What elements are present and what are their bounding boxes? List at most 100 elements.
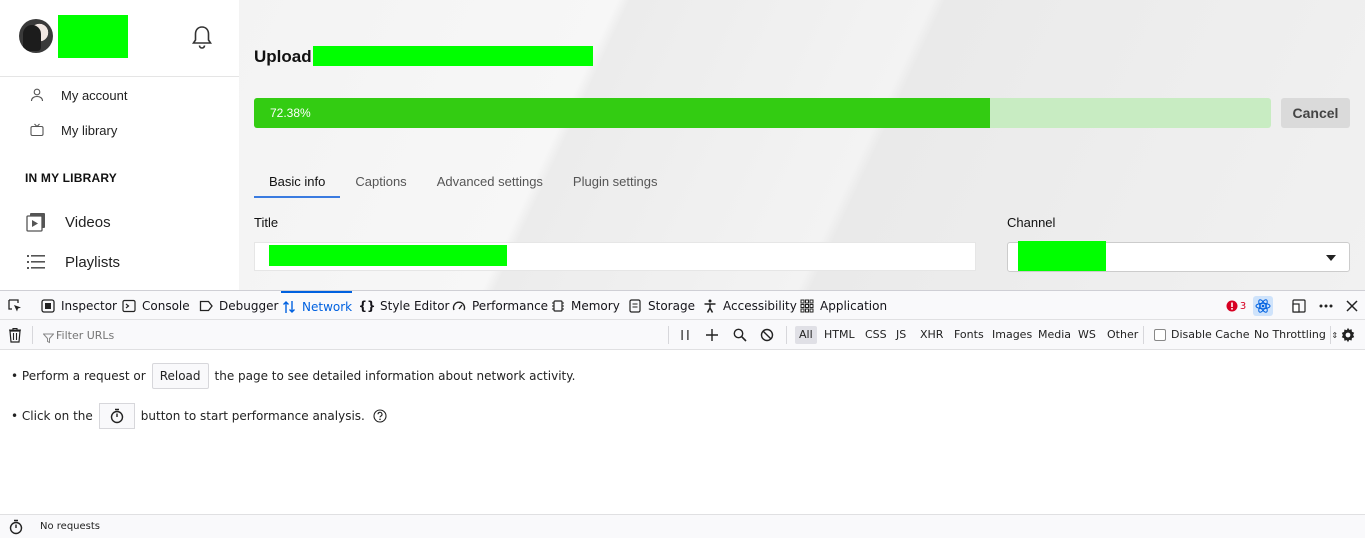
tab-plugin-settings[interactable]: Plugin settings — [558, 168, 673, 198]
filter-type-css[interactable]: CSS — [861, 326, 891, 344]
filter-type-fonts[interactable]: Fonts — [950, 326, 988, 344]
devtools-tab-memory[interactable]: Memory — [550, 291, 620, 320]
filter-type-js[interactable]: JS — [892, 326, 910, 344]
filter-type-ws[interactable]: WS — [1074, 326, 1100, 344]
add-request-icon[interactable] — [703, 326, 721, 344]
upload-progress-fill — [254, 98, 991, 128]
stopwatch-icon[interactable] — [8, 519, 24, 538]
pause-icon[interactable] — [676, 326, 694, 344]
filter-type-xhr[interactable]: XHR — [916, 326, 947, 344]
block-icon[interactable] — [758, 326, 776, 344]
sidebar-item-my-account[interactable]: My account — [0, 80, 239, 110]
devtools-panel: Inspector Console Debugger Network {} Style E… — [0, 290, 1365, 538]
devtools-tab-storage[interactable]: Storage — [627, 291, 695, 320]
form-tabs: Basic info Captions Advanced settings Plugi… — [254, 168, 672, 198]
reload-button[interactable]: Reload — [151, 363, 209, 389]
devtools-tab-label: Inspector — [61, 298, 117, 313]
disable-cache-checkbox[interactable]: Disable Cache — [1150, 326, 1254, 344]
upload-main: Upload 72.38% Cancel Basic info Captions A… — [239, 0, 1365, 290]
username-redacted[interactable] — [58, 15, 128, 58]
filter-type-html[interactable]: HTML — [820, 326, 859, 344]
devtools-tab-inspector[interactable]: Inspector — [40, 291, 117, 320]
disable-cache-label: Disable Cache — [1171, 328, 1250, 341]
trash-icon[interactable] — [6, 326, 24, 344]
devtools-tab-label: Style Editor — [380, 298, 450, 313]
settings-gear-icon[interactable] — [1339, 326, 1357, 344]
style-editor-icon: {} — [358, 298, 376, 313]
devtools-tab-performance[interactable]: Performance — [451, 291, 548, 320]
title-input[interactable] — [254, 242, 976, 271]
upload-filename-redacted — [313, 46, 593, 66]
message-text: • Click on the — [11, 409, 93, 423]
list-icon — [25, 251, 47, 273]
cancel-button[interactable]: Cancel — [1281, 98, 1350, 128]
devtools-tab-console[interactable]: Console — [121, 291, 190, 320]
filter-type-other[interactable]: Other — [1103, 326, 1142, 344]
tab-advanced-settings[interactable]: Advanced settings — [422, 168, 558, 198]
devtools-tab-label: Performance — [472, 298, 549, 313]
channel-label: Channel — [1007, 215, 1056, 230]
upload-progress-text: 72.38% — [270, 106, 311, 120]
sidebar-item-my-library[interactable]: My library — [0, 115, 239, 145]
filter-urls-input[interactable] — [40, 325, 660, 345]
element-picker-icon[interactable] — [6, 297, 24, 315]
devtools-tab-style-editor[interactable]: {} Style Editor — [358, 291, 450, 320]
sidebar-header — [0, 0, 239, 77]
devtools-tab-label: Debugger — [219, 298, 279, 313]
tab-captions[interactable]: Captions — [340, 168, 421, 198]
sidebar-item-label: My account — [61, 87, 128, 103]
sidebar-item-playlists[interactable]: Playlists — [0, 247, 239, 277]
devtools-tab-debugger[interactable]: Debugger — [198, 291, 278, 320]
close-icon[interactable] — [1343, 297, 1361, 315]
throttling-label: No Throttling — [1254, 328, 1326, 341]
channel-value-redacted — [1018, 241, 1106, 271]
react-devtools-icon[interactable] — [1253, 296, 1273, 316]
message-text: the page to see detailed information abo… — [214, 369, 576, 383]
memory-icon — [550, 298, 566, 314]
devtools-tab-label: Accessibility — [723, 298, 797, 313]
sidebar: My account My library IN MY LIBRARY Vide… — [0, 0, 239, 290]
network-status-bar: No requests — [0, 514, 1365, 538]
devtools-tab-network[interactable]: Network — [281, 291, 353, 320]
filter-type-media[interactable]: Media — [1034, 326, 1075, 344]
search-icon[interactable] — [731, 326, 749, 344]
inspector-icon — [40, 298, 56, 314]
video-play-icon — [25, 211, 47, 233]
console-icon — [121, 298, 137, 314]
avatar[interactable] — [19, 19, 53, 53]
section-title: IN MY LIBRARY — [25, 171, 117, 185]
sidebar-item-videos[interactable]: Videos — [0, 207, 239, 237]
checkbox-icon — [1154, 329, 1166, 341]
title-label: Title — [254, 215, 279, 230]
sidebar-item-label: My library — [61, 122, 118, 138]
responsive-design-icon[interactable] — [1290, 297, 1308, 315]
devtools-tab-label: Memory — [571, 298, 620, 313]
more-options-icon[interactable] — [1317, 297, 1335, 315]
performance-analysis-button[interactable] — [98, 403, 135, 429]
accessibility-icon — [702, 298, 718, 314]
user-icon — [28, 86, 46, 104]
tv-icon — [28, 121, 46, 139]
error-count-badge[interactable]: 3 — [1224, 297, 1248, 315]
upload-progress-bar: 72.38% — [254, 98, 1271, 128]
message-text: • Perform a request or — [11, 369, 146, 383]
filter-type-all[interactable]: All — [795, 326, 817, 344]
error-count: 3 — [1239, 300, 1247, 312]
help-icon[interactable] — [373, 409, 387, 423]
notifications-bell-icon[interactable] — [189, 24, 215, 50]
filter-type-images[interactable]: Images — [988, 326, 1036, 344]
chevron-down-icon — [1326, 255, 1336, 261]
devtools-tab-application[interactable]: Application — [799, 291, 887, 320]
network-empty-message-performance: • Click on the button to start performan… — [11, 403, 387, 429]
devtools-toolbar: Inspector Console Debugger Network {} Style E… — [0, 291, 1365, 320]
throttling-select[interactable]: No Throttling ⇕ — [1250, 326, 1342, 344]
network-filter-bar: AllHTMLCSSJS XHRFontsImagesMediaWSOther D… — [0, 320, 1365, 350]
network-icon — [281, 299, 297, 315]
channel-select[interactable] — [1007, 241, 1350, 272]
title-value-redacted — [269, 245, 507, 266]
tab-basic-info[interactable]: Basic info — [254, 168, 341, 198]
stopwatch-icon — [110, 408, 123, 424]
devtools-tab-accessibility[interactable]: Accessibility — [702, 291, 797, 320]
page-title: Upload — [254, 47, 312, 66]
application-icon — [799, 298, 815, 314]
